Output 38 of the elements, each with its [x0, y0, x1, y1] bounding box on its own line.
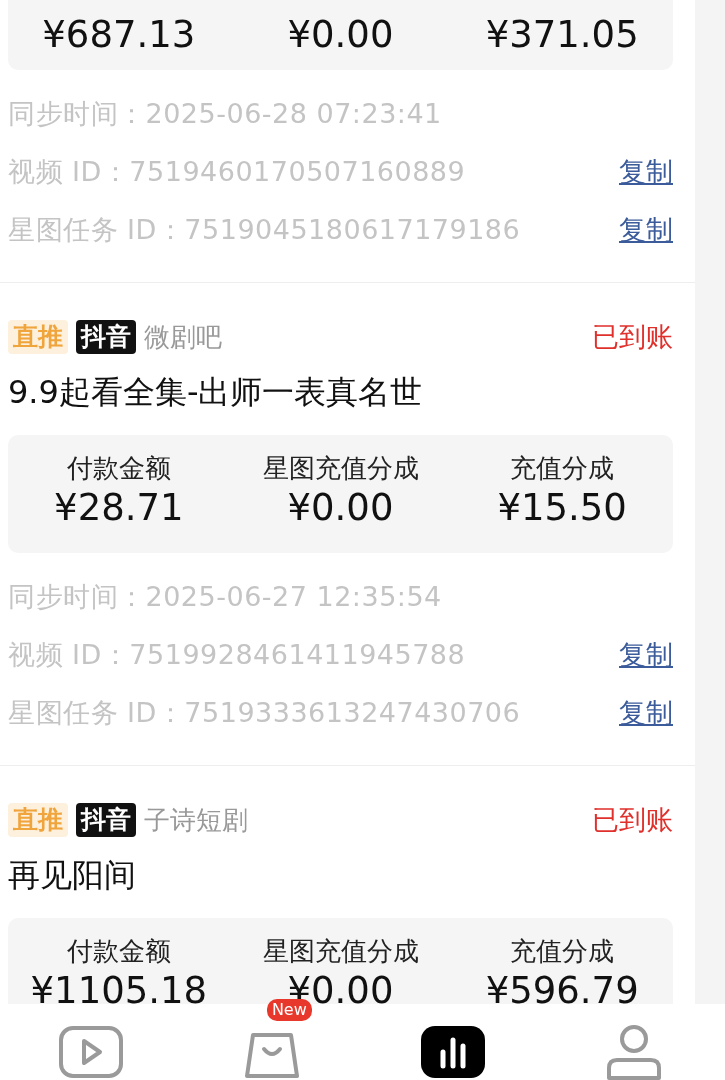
stat-value: ¥596.79	[485, 968, 639, 1004]
status-text: 已到账	[592, 319, 673, 354]
stat-label: 充值分成	[510, 935, 615, 968]
person-icon[interactable]	[605, 1024, 664, 1080]
meta-text: 同步时间：2025-06-28 07:23:41	[8, 96, 442, 131]
bar-chart-icon[interactable]	[421, 1026, 486, 1078]
record-title: 9.9起看全集-出师一表真名世	[8, 372, 424, 413]
stat-value: ¥0.00	[287, 12, 394, 58]
promo-tag: 直推	[8, 803, 68, 837]
record-title: 再见阳间	[8, 855, 137, 896]
platform-tag: 抖音	[76, 320, 136, 354]
promo-tag: 直推	[8, 320, 68, 354]
stat-value: ¥28.71	[54, 485, 184, 531]
meta-text: 星图任务 ID：7519333613247430706	[8, 695, 521, 730]
stat-label: 星图充值分成	[262, 935, 419, 968]
source-name: 微剧吧	[144, 320, 222, 354]
stat-value: ¥0.00	[287, 485, 394, 531]
stat-label: 付款金额	[66, 452, 171, 485]
meta-text: 同步时间：2025-06-27 12:35:54	[8, 579, 442, 614]
meta-text: 视频 ID：7519460170507160889	[8, 154, 466, 189]
copy-link[interactable]: 复制	[619, 151, 673, 193]
stat-label: 充值分成	[510, 452, 615, 485]
stat-value: ¥15.50	[497, 485, 627, 531]
copy-link[interactable]: 复制	[619, 692, 673, 734]
source-name: 子诗短剧	[144, 803, 248, 837]
play-icon[interactable]	[57, 1025, 124, 1079]
meta-text: 视频 ID：7519928461411945788	[8, 637, 466, 672]
new-badge: New	[266, 999, 312, 1021]
status-text: 已到账	[592, 802, 673, 837]
platform-tag: 抖音	[76, 803, 136, 837]
meta-text: 星图任务 ID：7519045180617179186	[8, 212, 521, 247]
stat-value: ¥1105.18	[30, 968, 208, 1004]
stat-value: ¥371.05	[485, 12, 639, 58]
stat-label: 付款金额	[66, 935, 171, 968]
stat-label: 星图充值分成	[262, 452, 419, 485]
copy-link[interactable]: 复制	[619, 634, 673, 676]
copy-link[interactable]: 复制	[619, 209, 673, 251]
stat-value: ¥687.13	[42, 12, 196, 58]
